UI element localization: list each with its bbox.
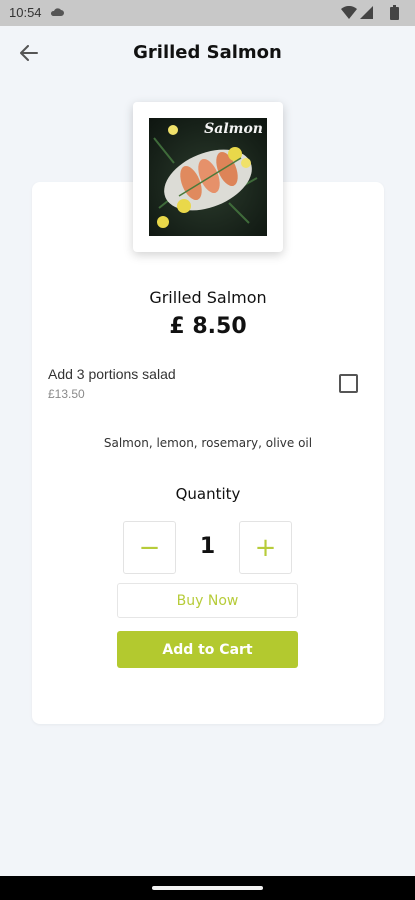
status-bar: 10:54 [0,0,415,26]
battery-icon [390,5,399,20]
increase-quantity-button[interactable]: + [239,521,292,574]
decrease-quantity-button[interactable]: − [123,521,176,574]
salad-checkbox[interactable] [339,374,358,393]
cloud-icon [50,8,64,16]
home-indicator[interactable] [152,886,263,890]
ingredients-text: Salmon, lemon, rosemary, olive oil [103,436,313,450]
quantity-label: Quantity [175,485,241,503]
page-title: Grilled Salmon [133,42,282,63]
add-to-cart-button[interactable]: Add to Cart [117,631,298,668]
product-image: Salmon [149,118,267,236]
salad-option-label: Add 3 portions salad [48,366,176,382]
status-time: 10:54 [9,5,42,20]
product-image-frame: Salmon [133,102,283,252]
minus-icon: − [138,532,161,563]
salad-option-price: £13.50 [48,387,85,401]
wifi-icon [341,6,357,19]
system-nav-bar [0,876,415,900]
buy-now-button[interactable]: Buy Now [117,583,298,618]
plus-icon: + [254,532,277,563]
product-price: £ 8.50 [169,314,247,339]
signal-icon [360,6,373,19]
image-title-label: Salmon [204,121,263,137]
product-name: Grilled Salmon [149,288,267,307]
quantity-value: 1 [199,534,216,559]
